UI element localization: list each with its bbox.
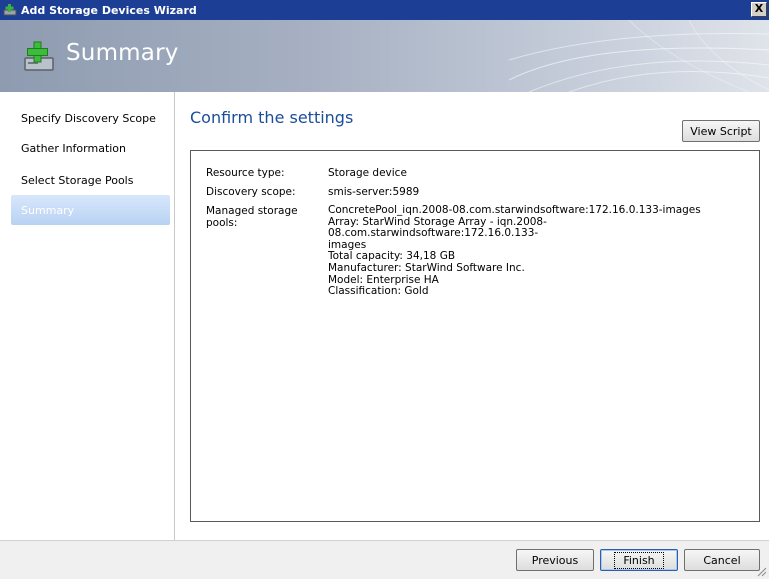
nav-step-label: Select Storage Pools [21,173,134,187]
pool-line: Array: StarWind Storage Array - iqn.2008… [328,215,547,240]
banner-decoration [509,20,769,92]
storage-add-icon [22,40,56,74]
summary-row-discovery-scope: Discovery scope: smis-server:5989 [206,186,748,198]
summary-key: Managed storage pools: [206,205,298,229]
window-title: Add Storage Devices Wizard [21,3,197,17]
window-titlebar: Add Storage Devices Wizard X [0,0,769,20]
nav-step-select-storage-pools[interactable]: Select Storage Pools [11,165,170,195]
summary-key: Discovery scope: [206,186,296,198]
pool-line: Classification: Gold [328,285,429,298]
pool-line: Manufacturer: StarWind Software Inc. [328,261,525,274]
view-script-label: View Script [690,124,752,138]
summary-key: Resource type: [206,167,285,179]
pool-line: ConcretePool_iqn.2008-08.com.starwindsof… [328,204,701,216]
nav-step-gather-information[interactable]: Gather Information [11,133,170,163]
view-script-button[interactable]: View Script [682,120,760,142]
summary-row-resource-type: Resource type: Storage device [206,167,748,179]
nav-step-label: Specify Discovery Scope [21,111,156,125]
summary-panel: Resource type: Storage device Discovery … [190,150,760,522]
page-title: Confirm the settings [190,108,354,127]
finish-button[interactable]: Finish [600,549,678,571]
summary-value: Storage device [328,167,407,179]
previous-button[interactable]: Previous [516,549,594,571]
finish-label: Finish [614,551,664,569]
page-heading: Summary [66,40,179,66]
cancel-button[interactable]: Cancel [684,549,760,571]
nav-step-label: Gather Information [21,141,127,155]
close-button[interactable]: X [751,2,767,17]
previous-label: Previous [531,553,579,567]
summary-value: smis-server:5989 [328,186,420,198]
header-banner: Summary [0,20,769,92]
cancel-label: Cancel [703,553,741,567]
summary-value: ConcretePool_iqn.2008-08.com.starwindsof… [328,204,748,298]
wizard-steps-nav: Specify Discovery Scope Gather Informati… [0,92,175,540]
nav-step-summary[interactable]: Summary [11,195,170,225]
nav-step-label: Summary [21,203,75,217]
nav-step-specify-discovery-scope[interactable]: Specify Discovery Scope [11,103,170,133]
storage-add-icon [3,3,17,17]
resize-grip-icon[interactable] [755,565,767,577]
summary-row-managed-pools: Managed storage pools: ConcretePool_iqn.… [206,204,748,298]
